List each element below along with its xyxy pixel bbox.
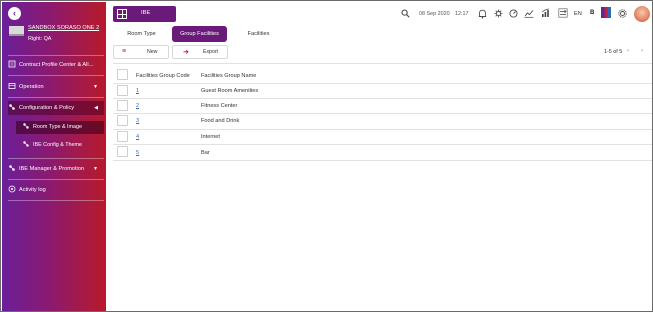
b-indicator[interactable]: B [590, 10, 594, 16]
sidebar-divider [8, 75, 104, 76]
row-code-link[interactable]: 3 [136, 118, 139, 124]
sidebar-item-contract-profile[interactable]: Contract Profile Center & All... [8, 58, 104, 72]
language-selector[interactable]: EN [574, 11, 582, 17]
sidebar: ‹ SANDBOX SORASO ONE 2 Right: QA Contrac… [2, 2, 106, 311]
table-header-border [113, 83, 652, 84]
sidebar-item-label: IBE Manager & Promotion [19, 166, 84, 172]
sidebar-subitem-room-type[interactable]: Room Type & Image [16, 121, 104, 134]
activity-log-icon [8, 185, 16, 192]
chevron-down-icon: ▼ [93, 166, 98, 172]
row-checkbox[interactable] [117, 115, 128, 126]
sidebar-item-configuration[interactable]: Configuration & Policy ◀ [8, 101, 104, 115]
export-icon: ➜ [183, 49, 189, 56]
property-thumbnail-icon [9, 26, 24, 36]
chevron-down-icon: ▼ [93, 84, 98, 90]
bell-icon[interactable] [478, 9, 487, 19]
row-checkbox[interactable] [117, 131, 128, 142]
sidebar-item-label: Operation [19, 84, 44, 90]
row-checkbox[interactable] [117, 146, 128, 157]
row-name: Food and Drink [201, 118, 240, 124]
row-divider [113, 144, 652, 145]
new-button[interactable]: ≡ New [113, 45, 169, 59]
export-button-label: Export [203, 49, 218, 55]
row-name: Fitness Center [201, 103, 238, 109]
gear-icon[interactable] [618, 9, 627, 18]
contract-icon [8, 60, 16, 67]
row-code-link[interactable]: 1 [136, 88, 139, 94]
sidebar-subitem-ibe-config[interactable]: IBE Config & Theme [16, 139, 104, 152]
add-list-icon: ≡ [122, 48, 127, 55]
new-button-label: New [147, 49, 158, 55]
sidebar-item-label: Contract Profile Center & All... [19, 62, 94, 68]
flag-icon[interactable] [601, 7, 611, 18]
module-label: IBE [141, 10, 151, 16]
tab-facilities[interactable]: Facilities [231, 26, 286, 42]
property-name[interactable]: SANDBOX SORASO ONE 2 [28, 25, 99, 31]
pagination-info: 1-5 of 5 [604, 49, 623, 55]
back-icon[interactable]: ‹ [8, 7, 21, 20]
sidebar-divider [8, 179, 104, 180]
header-time: 12:17 [455, 11, 469, 17]
table-bottom-border [113, 160, 652, 161]
room-type-icon [23, 122, 29, 129]
line-chart-icon[interactable] [524, 9, 534, 18]
row-checkbox[interactable] [117, 85, 128, 96]
sidebar-divider [8, 55, 104, 56]
row-name: Bar [201, 150, 210, 156]
bar-chart-icon[interactable] [541, 8, 551, 18]
column-header-name[interactable]: Facilities Group Name [201, 73, 256, 79]
row-name: Internet [201, 134, 220, 140]
operation-icon [8, 82, 16, 89]
sidebar-item-label: Activity log [19, 187, 46, 193]
chevron-left-icon: ◀ [94, 105, 98, 111]
ibe-manager-icon [9, 164, 15, 171]
row-checkbox[interactable] [117, 100, 128, 111]
user-avatar[interactable] [634, 6, 650, 22]
tab-group-facilities[interactable]: Group Facilities [172, 26, 227, 42]
export-button[interactable]: ➜ Export [172, 45, 228, 59]
row-code-link[interactable]: 2 [136, 103, 139, 109]
dashboard-gauge-icon[interactable] [509, 9, 518, 18]
sidebar-item-activity-log[interactable]: Activity log [8, 183, 104, 197]
header-date: 08 Sep 2020 [419, 11, 450, 17]
select-all-checkbox[interactable] [117, 69, 128, 80]
previous-page-icon[interactable]: ‹ [627, 48, 629, 54]
sidebar-divider [8, 158, 104, 159]
gear-settings-icon[interactable] [494, 9, 503, 18]
row-code-link[interactable]: 4 [136, 134, 139, 140]
grid-icon [117, 9, 127, 19]
right-label: Right: QA [28, 36, 52, 42]
sidebar-divider [8, 97, 104, 98]
row-name: Guest Room Amenities [201, 88, 259, 94]
sidebar-item-operation[interactable]: Operation ▼ [8, 80, 104, 94]
app-frame: ‹ SANDBOX SORASO ONE 2 Right: QA Contrac… [0, 0, 653, 312]
module-switch-button[interactable]: IBE [113, 6, 176, 22]
sidebar-item-ibe-manager[interactable]: IBE Manager & Promotion ▼ [8, 162, 104, 176]
table-top-border [113, 63, 652, 64]
compare-transfer-icon[interactable] [558, 8, 568, 18]
row-divider [113, 113, 652, 114]
sidebar-divider [8, 200, 104, 201]
row-divider [113, 98, 652, 99]
tab-room-type[interactable]: Room Type [114, 26, 169, 42]
ibe-config-icon [23, 140, 29, 147]
column-header-code[interactable]: Facilities Group Code [136, 73, 190, 79]
sidebar-subitem-label: Room Type & Image [33, 124, 83, 130]
config-icon [9, 103, 15, 110]
row-divider [113, 129, 652, 130]
search-icon[interactable] [401, 9, 410, 18]
sidebar-item-label: Configuration & Policy [19, 105, 75, 111]
next-page-icon[interactable]: › [641, 48, 643, 54]
sidebar-subitem-label: IBE Config & Theme [33, 142, 83, 148]
row-code-link[interactable]: 5 [136, 150, 139, 156]
